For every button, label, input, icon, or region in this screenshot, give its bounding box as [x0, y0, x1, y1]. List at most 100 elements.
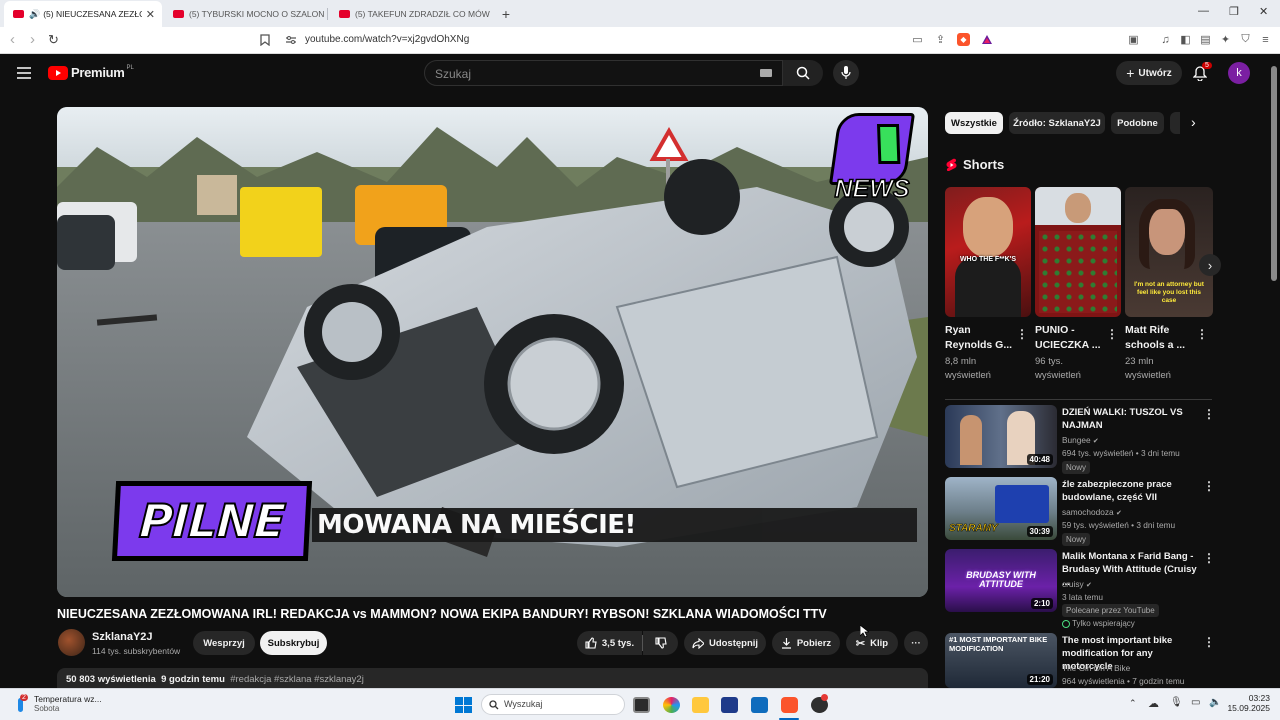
copilot-icon[interactable] — [663, 697, 680, 713]
cloud-icon[interactable]: ☁ — [1148, 697, 1159, 710]
taskbar-search-input[interactable]: Wyszukaj — [481, 694, 625, 715]
close-tab-icon[interactable]: ✕ — [146, 8, 155, 21]
url-field[interactable]: youtube.com/watch?v=xj2gvdOhXNg — [305, 34, 469, 45]
tab-3[interactable]: (5) TAKEFUN ZDRADZIŁ CO MÓWIŁ M — [330, 1, 490, 27]
more-actions-button[interactable]: ··· — [904, 631, 928, 655]
keyboard-icon[interactable] — [760, 69, 772, 77]
chip-partial[interactable] — [1170, 112, 1180, 134]
rec-menu-2[interactable]: ⋮ — [1203, 479, 1215, 493]
windows-taskbar: 2 Temperatura wz... Sobota Wyszukaj ⌃ ☁ … — [0, 688, 1280, 720]
rec-menu-1[interactable]: ⋮ — [1203, 407, 1215, 421]
store-icon[interactable] — [721, 697, 738, 713]
forward-icon[interactable]: › — [30, 31, 35, 49]
menu-icon[interactable]: ≡ — [1259, 33, 1272, 46]
channel-name[interactable]: SzklanaY2J — [92, 631, 153, 643]
task-view-icon[interactable] — [633, 697, 650, 713]
tab-separator — [327, 8, 328, 20]
wallet-icon[interactable]: ▤ — [1199, 33, 1212, 46]
chevron-up-icon[interactable]: ⌃ — [1129, 698, 1137, 709]
clip-button[interactable]: ✂ Klip — [846, 631, 898, 655]
download-button[interactable]: Pobierz — [772, 631, 840, 655]
short-thumbnail-3[interactable]: I'm not an attorney but feel like you lo… — [1125, 187, 1213, 317]
shorts-next-button[interactable]: › — [1199, 254, 1221, 276]
speaker-icon[interactable]: 🔊 — [29, 9, 40, 20]
leo-ai-icon[interactable]: ✦ — [1219, 33, 1232, 46]
rec-menu-3[interactable]: ⋮ — [1203, 551, 1215, 565]
subscribe-button[interactable]: Subskrybuj — [260, 631, 327, 655]
sidebar-icon[interactable]: ◧ — [1179, 33, 1192, 46]
file-explorer-icon[interactable] — [692, 697, 709, 713]
hashtags[interactable]: #redakcja #szklana #szklanay2j — [230, 674, 364, 685]
rec-title-2[interactable]: źle zabezpieczone prace budowlane, część… — [1062, 478, 1202, 504]
site-settings-icon[interactable] — [284, 33, 297, 46]
network-icon[interactable]: ▭ — [1191, 697, 1200, 708]
volume-icon[interactable]: 🔈 — [1209, 697, 1221, 708]
account-avatar[interactable]: k — [1228, 62, 1250, 84]
video-player[interactable]: NEWS MOWANA NA MIEŚCIE! PILNE — [57, 107, 928, 597]
voice-search-button[interactable] — [833, 60, 859, 86]
short-menu-2[interactable]: ⋮ — [1106, 327, 1118, 341]
back-icon[interactable]: ‹ — [10, 31, 15, 49]
weather-widget[interactable]: 2 Temperatura wz... Sobota — [14, 694, 102, 714]
rec-meta-3: 3 lata temu — [1062, 592, 1104, 602]
cast-icon[interactable]: ▭ — [911, 33, 924, 46]
minimize-button[interactable]: — — [1198, 5, 1209, 17]
rec-thumbnail-2[interactable]: STARAMY 30:39 — [945, 477, 1057, 540]
like-button[interactable]: 3,5 tys. — [577, 631, 642, 655]
short-menu-1[interactable]: ⋮ — [1016, 327, 1028, 341]
hamburger-icon[interactable] — [17, 66, 31, 84]
notifications-button[interactable]: 5 — [1192, 62, 1212, 86]
short-thumbnail-2[interactable] — [1035, 187, 1121, 317]
channel-avatar[interactable] — [58, 629, 85, 656]
rec-channel-1[interactable]: Bungee ✔ — [1062, 435, 1099, 445]
reader-icon[interactable]: ▣ — [1127, 33, 1140, 46]
rec-thumbnail-4[interactable]: #1 MOST IMPORTANT BIKE MODIFICATION 21:2… — [945, 633, 1057, 688]
short-title-1[interactable]: Ryan Reynolds G... — [945, 323, 1017, 353]
new-tab-button[interactable]: + — [496, 1, 516, 27]
outlook-icon[interactable] — [751, 697, 768, 713]
microphone-icon — [841, 66, 851, 79]
bookmark-icon[interactable] — [258, 33, 271, 46]
shorts-icon — [946, 158, 957, 171]
chip-related[interactable]: Podobne — [1111, 112, 1164, 134]
rec-thumbnail-3[interactable]: BRUDASY WITH ATTITUDE 2:10 — [945, 549, 1057, 612]
microphone-icon[interactable]: 🎙 — [1170, 697, 1183, 708]
reload-icon[interactable]: ↻ — [48, 31, 59, 49]
brave-taskbar-icon[interactable] — [781, 697, 798, 713]
maximize-button[interactable]: ❐ — [1229, 5, 1239, 18]
short-thumbnail-1[interactable]: WHO THE F**K'S — [945, 187, 1031, 317]
chevron-right-icon[interactable]: › — [1191, 114, 1196, 130]
start-button[interactable] — [455, 697, 472, 713]
chip-source[interactable]: Źródło: SzklanaY2J — [1009, 112, 1105, 134]
short-menu-3[interactable]: ⋮ — [1196, 327, 1208, 341]
create-button[interactable]: + Utwórz — [1116, 61, 1182, 85]
dislike-button[interactable] — [643, 631, 678, 655]
rec-channel-3[interactable]: cruisy ✔ — [1062, 579, 1092, 589]
page-scrollbar[interactable] — [1271, 66, 1277, 281]
search-input[interactable]: Szukaj — [424, 60, 783, 86]
rec-menu-4[interactable]: ⋮ — [1203, 635, 1215, 649]
music-icon[interactable]: ♫ — [1159, 33, 1172, 46]
rec-channel-4[interactable]: The Girl On A Bike — [1062, 663, 1130, 673]
close-window-button[interactable]: ✕ — [1259, 5, 1268, 18]
youtube-favicon-icon — [173, 10, 184, 18]
support-button[interactable]: Wesprzyj — [193, 631, 255, 655]
youtube-logo[interactable]: Premium PL — [48, 65, 134, 80]
search-button[interactable] — [783, 60, 823, 86]
share-button[interactable]: Udostępnij — [684, 631, 766, 655]
brave-shields-icon[interactable]: ◆ — [957, 33, 970, 46]
short-title-2[interactable]: PUNIO - UCIECZKA ... — [1035, 323, 1107, 353]
short-suit — [955, 257, 1021, 317]
app-icon[interactable] — [811, 694, 828, 713]
chip-all[interactable]: Wszystkie — [945, 112, 1003, 134]
tab-2[interactable]: (5) TYBURSKI MOCNO O SZALONYM — [164, 1, 324, 27]
rec-title-1[interactable]: DZIEŃ WALKI: TUSZOL VS NAJMAN — [1062, 406, 1202, 432]
tab-active[interactable]: 🔊 (5) NIEUCZESANA ZEZŁOMOWANA IRL! REDAK… — [4, 1, 162, 27]
short-title-3[interactable]: Matt Rife schools a ... — [1125, 323, 1197, 353]
share-page-icon[interactable]: ⇪ — [934, 33, 947, 46]
rec-channel-2[interactable]: samochodoza ✔ — [1062, 507, 1122, 517]
clock[interactable]: 03:23 15.09.2025 — [1224, 693, 1270, 713]
vpn-icon[interactable]: ⛉ — [1239, 33, 1252, 46]
brave-rewards-icon[interactable] — [980, 33, 993, 46]
rec-thumbnail-1[interactable]: 40:48 — [945, 405, 1057, 468]
